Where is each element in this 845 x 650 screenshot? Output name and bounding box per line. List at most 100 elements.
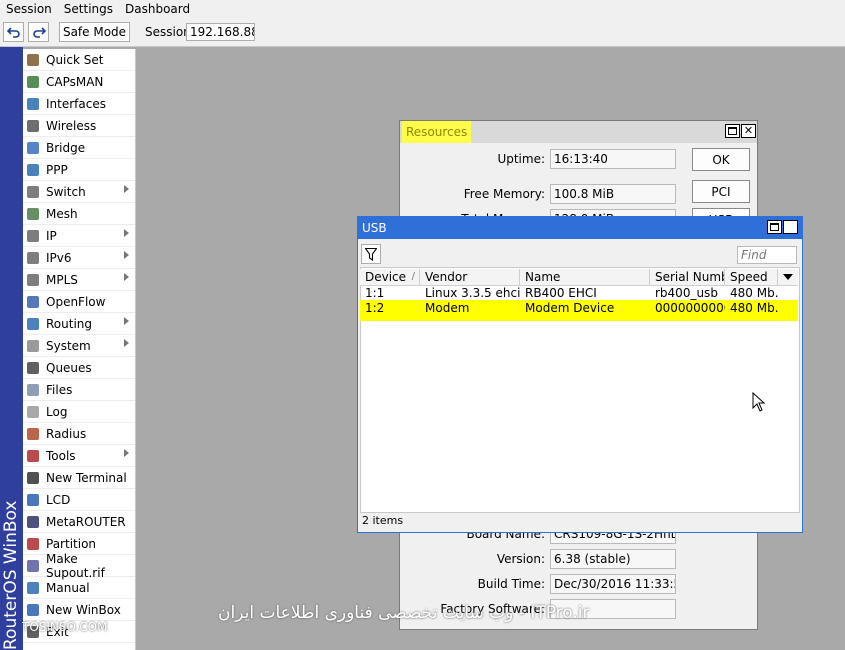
column-header-name[interactable]: Name	[520, 269, 650, 285]
sidebar-item-new-winbox[interactable]: New WinBox	[23, 599, 135, 621]
sidebar-item-log[interactable]: Log	[23, 401, 135, 423]
session-field[interactable]: 192.168.88.1	[186, 23, 255, 41]
sidebar-item-ipv6[interactable]: IPv6	[23, 247, 135, 269]
sidebar-item-system[interactable]: System	[23, 335, 135, 357]
resources-row-uptime: Uptime: 16:13:40	[400, 149, 680, 169]
close-button[interactable]: ✕	[783, 220, 798, 234]
field-value: 16:13:40	[550, 149, 676, 169]
sidebar-item-bridge[interactable]: Bridge	[23, 137, 135, 159]
sidebar: Quick Set CAPsMAN Interfaces Wireless Bridge…	[23, 49, 136, 650]
menu-dashboard[interactable]: Dashboard	[119, 0, 196, 18]
sidebar-item-radius[interactable]: Radius	[23, 423, 135, 445]
sidebar-item-switch[interactable]: Switch	[23, 181, 135, 203]
resources-row-version: Version: 6.38 (stable)	[400, 549, 680, 569]
column-header-speed[interactable]: Speed	[725, 269, 778, 285]
sidebar-item-label: Wireless	[46, 118, 97, 133]
sidebar-item-label: New Terminal	[46, 470, 127, 485]
sidebar-item-ip[interactable]: IP	[23, 225, 135, 247]
sidebar-item-mesh[interactable]: Mesh	[23, 203, 135, 225]
find-input[interactable]	[737, 246, 797, 264]
sidebar-item-quick-set[interactable]: Quick Set	[23, 49, 135, 71]
resources-row-build-time: Build Time: Dec/30/2016 11:33:56	[400, 574, 680, 594]
sidebar-item-label: System	[46, 338, 91, 353]
close-icon: ✕	[785, 220, 796, 233]
ok-button[interactable]: OK	[692, 148, 750, 171]
brand-label: RouterOS WinBox	[1, 500, 21, 650]
sidebar-item-manual[interactable]: Manual	[23, 577, 135, 599]
sidebar-item-label: Switch	[46, 184, 86, 199]
sidebar-item-tools[interactable]: Tools	[23, 445, 135, 467]
chevron-right-icon	[124, 185, 129, 193]
queues-icon	[25, 360, 42, 376]
sidebar-item-wireless[interactable]: Wireless	[23, 115, 135, 137]
sidebar-item-label: Radius	[46, 426, 87, 441]
chevron-right-icon	[124, 449, 129, 457]
field-label: Free Memory:	[463, 187, 545, 201]
sidebar-item-label: PPP	[46, 162, 68, 177]
sidebar-item-mpls[interactable]: MPLS	[23, 269, 135, 291]
redo-button[interactable]	[28, 22, 49, 42]
sidebar-item-new-terminal[interactable]: New Terminal	[23, 467, 135, 489]
close-button[interactable]: ✕	[741, 124, 756, 138]
sidebar-item-label: OpenFlow	[46, 294, 106, 309]
help-icon	[25, 580, 42, 596]
undo-icon	[6, 27, 20, 38]
status-bar: 2 items	[362, 514, 404, 527]
sidebar-item-lcd[interactable]: LCD	[23, 489, 135, 511]
ipv6-icon	[25, 250, 42, 266]
field-label: Uptime:	[497, 152, 545, 166]
menu-settings[interactable]: Settings	[58, 0, 119, 18]
menu-session[interactable]: Session	[0, 0, 58, 18]
sidebar-item-label: LCD	[46, 492, 71, 507]
lcd-icon	[25, 492, 42, 508]
chevron-right-icon	[124, 229, 129, 237]
usb-title: USB	[362, 221, 387, 235]
column-header-device[interactable]: Device /	[360, 269, 420, 285]
pci-button[interactable]: PCI	[692, 180, 750, 203]
sidebar-item-label: Partition	[46, 536, 97, 551]
sidebar-item-interfaces[interactable]: Interfaces	[23, 93, 135, 115]
filter-button[interactable]	[361, 244, 381, 264]
watermark-small-text: TOSINSO.COM	[22, 620, 108, 634]
sidebar-item-files[interactable]: Files	[23, 379, 135, 401]
sidebar-item-label: Log	[46, 404, 68, 419]
resources-title: Resources	[402, 121, 472, 143]
safe-mode-button[interactable]: Safe Mode	[59, 22, 130, 42]
tools-icon	[25, 448, 42, 464]
ppp-icon	[25, 162, 42, 178]
maximize-button[interactable]	[767, 220, 782, 234]
sidebar-item-make-supout-rif[interactable]: Make Supout.rif	[23, 552, 135, 580]
field-value: 6.38 (stable)	[550, 549, 676, 569]
sidebar-item-capsman[interactable]: CAPsMAN	[23, 71, 135, 93]
cell-vendor: Modem	[425, 301, 470, 315]
field-label: Build Time:	[477, 577, 545, 591]
table-row[interactable]: 1:2 Modem Modem Device 0000000000... 480…	[360, 300, 798, 321]
usb-title-bar[interactable]: USB ✕	[358, 217, 802, 239]
sidebar-item-metarouter[interactable]: MetaROUTER	[23, 511, 135, 533]
globe-icon	[25, 602, 42, 618]
sidebar-item-routing[interactable]: Routing	[23, 313, 135, 335]
chevron-right-icon	[124, 251, 129, 259]
openflow-icon	[25, 294, 42, 310]
watermark-text: وب سایت تخصصی فناوری اطلاعات ایران - ITP…	[218, 603, 590, 623]
column-header-serial-number[interactable]: Serial Number	[650, 269, 725, 285]
sidebar-item-openflow[interactable]: OpenFlow	[23, 291, 135, 313]
radius-icon	[25, 426, 42, 442]
undo-button[interactable]	[3, 22, 24, 42]
cell-serial-number: rb400_usb	[655, 286, 718, 300]
antenna-icon	[25, 74, 42, 90]
column-header-vendor[interactable]: Vendor	[420, 269, 520, 285]
sidebar-item-queues[interactable]: Queues	[23, 357, 135, 379]
folder-icon	[25, 382, 42, 398]
sidebar-item-label: Mesh	[46, 206, 78, 221]
filter-icon	[365, 247, 377, 261]
maximize-button[interactable]	[725, 124, 740, 138]
sidebar-item-label: Manual	[46, 580, 90, 595]
resources-title-bar[interactable]: Resources ✕	[400, 121, 757, 143]
columns-dropdown-button[interactable]	[778, 269, 798, 285]
sidebar-item-ppp[interactable]: PPP	[23, 159, 135, 181]
table-row[interactable]: 1:1 Linux 3.3.5 ehci_... RB400 EHCI rb40…	[360, 286, 798, 301]
sidebar-item-label: IPv6	[46, 250, 72, 265]
mouse-cursor-icon	[752, 392, 766, 412]
sidebar-item-label: Interfaces	[46, 96, 106, 111]
